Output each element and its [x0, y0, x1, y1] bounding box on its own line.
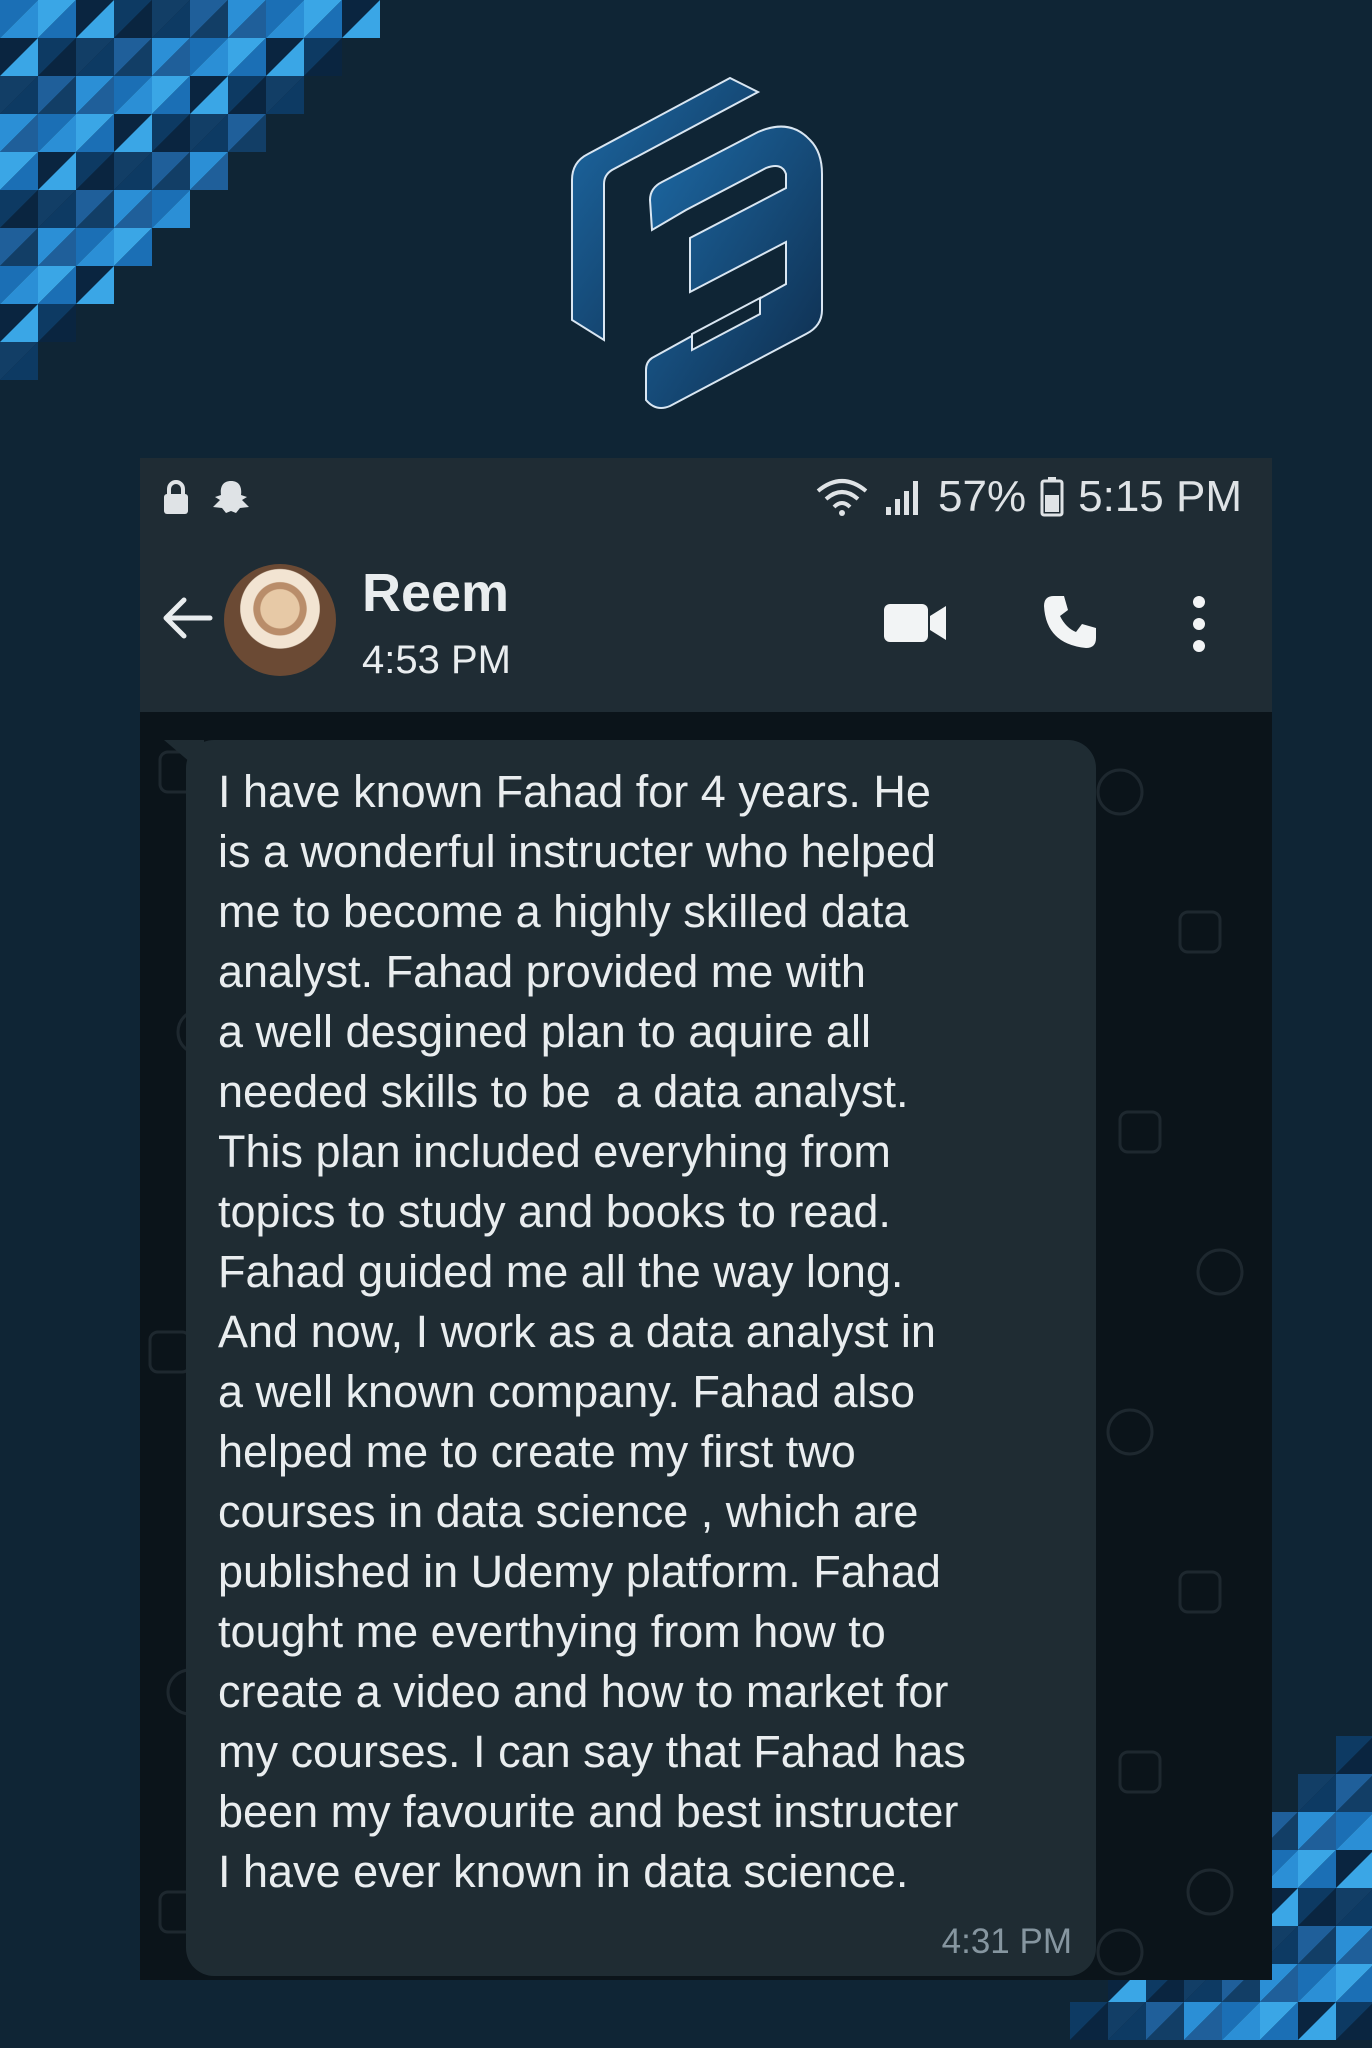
- phone-screen: 57% 5:15 PM Reem 4:53 PM I have known Fa…: [140, 458, 1272, 1980]
- chat-area[interactable]: I have known Fahad for 4 years. He is a …: [140, 712, 1272, 1980]
- battery-icon: [1040, 477, 1064, 517]
- bubble-tail: [164, 740, 204, 774]
- last-seen-time: 4:53 PM: [362, 638, 511, 682]
- video-call-icon[interactable]: [882, 598, 948, 648]
- contact-name[interactable]: Reem: [362, 562, 509, 624]
- more-options-icon[interactable]: [1188, 594, 1210, 654]
- phone-call-icon[interactable]: [1040, 592, 1100, 652]
- brand-logo: [571, 76, 823, 409]
- snapchat-icon: [213, 481, 249, 513]
- lock-icon: [164, 480, 188, 514]
- message-text: I have known Fahad for 4 years. He is a …: [218, 766, 966, 1897]
- clock: 5:15 PM: [1078, 472, 1242, 521]
- battery-percentage: 57%: [938, 472, 1027, 521]
- message-bubble[interactable]: I have known Fahad for 4 years. He is a …: [186, 740, 1096, 1976]
- wifi-icon: [816, 479, 868, 516]
- chat-header: Reem 4:53 PM: [140, 536, 1272, 712]
- signal-icon: [886, 481, 919, 515]
- decorative-triangle-pattern: [0, 0, 380, 380]
- status-bar: 57% 5:15 PM: [140, 458, 1272, 536]
- back-arrow-icon[interactable]: [156, 588, 216, 648]
- avatar[interactable]: [224, 564, 336, 676]
- message-timestamp: 4:31 PM: [941, 1922, 1072, 1961]
